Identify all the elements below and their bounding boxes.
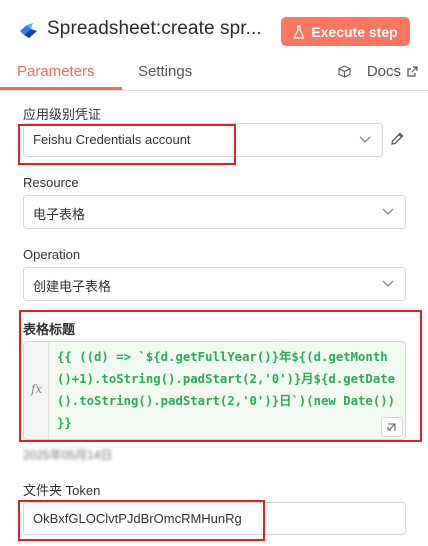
tab-settings[interactable]: Settings bbox=[138, 63, 192, 80]
resource-label: Resource bbox=[23, 175, 79, 190]
tab-bar: Parameters Settings Docs bbox=[0, 60, 428, 91]
active-tab-indicator bbox=[0, 87, 122, 90]
operation-select[interactable]: 创建电子表格 bbox=[23, 267, 406, 301]
edit-credential-icon[interactable] bbox=[389, 131, 405, 147]
tab-parameters[interactable]: Parameters bbox=[17, 63, 95, 80]
execute-step-button[interactable]: Execute step bbox=[281, 17, 410, 46]
node-header: Spreadsheet:create spr... Execute step bbox=[0, 0, 428, 60]
external-link-icon bbox=[407, 66, 418, 77]
chevron-down-icon bbox=[382, 280, 394, 287]
docs-label: Docs bbox=[366, 63, 401, 80]
highlight-box-token bbox=[18, 500, 265, 541]
node-title: Spreadsheet:create spr... bbox=[47, 18, 262, 39]
credential-label: 应用级别凭证 bbox=[23, 107, 102, 122]
chevron-down-icon bbox=[382, 208, 394, 215]
highlight-box-title bbox=[19, 310, 422, 442]
flask-icon bbox=[293, 24, 305, 39]
folder-token-label: 文件夹 Token bbox=[23, 483, 101, 498]
resource-select[interactable]: 电子表格 bbox=[23, 195, 406, 229]
expression-result-preview: 2025年05月14日 bbox=[23, 448, 113, 462]
resource-value: 电子表格 bbox=[33, 207, 86, 222]
execute-step-label: Execute step bbox=[311, 23, 398, 40]
highlight-box-credential bbox=[18, 124, 236, 165]
cube-icon bbox=[338, 65, 351, 78]
chevron-down-icon bbox=[359, 136, 371, 143]
bird-logo-icon bbox=[20, 23, 37, 38]
docs-link[interactable]: Docs bbox=[338, 63, 418, 80]
operation-value: 创建电子表格 bbox=[33, 279, 112, 294]
operation-label: Operation bbox=[23, 247, 81, 262]
